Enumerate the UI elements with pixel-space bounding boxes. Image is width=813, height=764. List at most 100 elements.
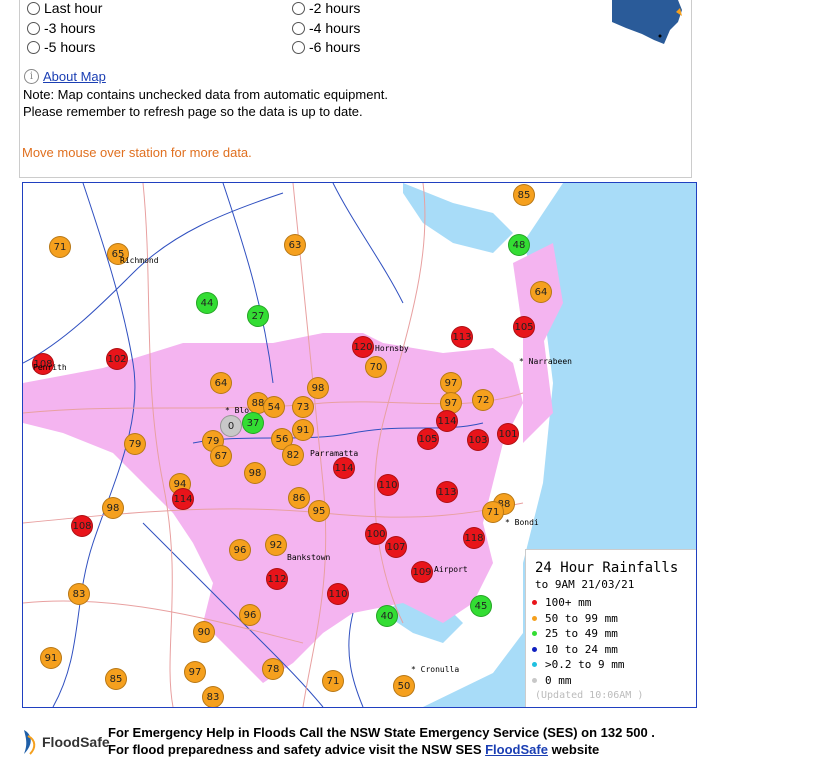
floodsafe-logo-text: FloodSafe bbox=[42, 734, 110, 750]
floodsafe-logo: FloodSafe bbox=[18, 728, 110, 756]
rain-station[interactable]: 113 bbox=[451, 326, 473, 348]
rain-station[interactable]: 83 bbox=[202, 686, 224, 707]
legend-item-label: 25 to 49 mm bbox=[545, 627, 618, 640]
rain-station[interactable]: 82 bbox=[282, 444, 304, 466]
rain-station[interactable]: 79 bbox=[124, 433, 146, 455]
rain-station[interactable]: 50 bbox=[393, 675, 415, 697]
rain-station[interactable]: 37 bbox=[242, 412, 264, 434]
place-label: * Blo bbox=[225, 406, 250, 415]
rain-station[interactable]: 85 bbox=[105, 668, 127, 690]
about-map-link[interactable]: About Map bbox=[43, 69, 106, 84]
rain-station[interactable]: 110 bbox=[377, 474, 399, 496]
time-option[interactable]: -3 hours bbox=[27, 20, 95, 36]
time-option[interactable]: -4 hours bbox=[292, 20, 360, 36]
rain-station[interactable]: 107 bbox=[385, 536, 407, 558]
rain-station[interactable]: 105 bbox=[513, 316, 535, 338]
rain-station[interactable]: 105 bbox=[417, 428, 439, 450]
rain-station[interactable]: 40 bbox=[376, 605, 398, 627]
legend-dot-icon bbox=[532, 677, 537, 683]
rain-station[interactable]: 63 bbox=[284, 234, 306, 256]
rain-station[interactable]: 78 bbox=[262, 658, 284, 680]
floodsafe-link[interactable]: FloodSafe bbox=[485, 742, 548, 757]
footer: FloodSafe For Emergency Help in Floods C… bbox=[18, 722, 808, 762]
rain-station[interactable]: 85 bbox=[513, 184, 535, 206]
rain-station[interactable]: 97 bbox=[184, 661, 206, 683]
rain-station[interactable]: 103 bbox=[467, 429, 489, 451]
rain-station[interactable]: 96 bbox=[229, 539, 251, 561]
place-label: Airport bbox=[434, 565, 468, 574]
place-label: Penrith bbox=[33, 363, 67, 372]
nsw-minimap[interactable] bbox=[612, 0, 684, 46]
rain-station[interactable]: 27 bbox=[247, 305, 269, 327]
rain-station[interactable]: 64 bbox=[210, 372, 232, 394]
rainfall-map[interactable]: 85 71 65 63 48 64 44 27 108 113 120 105 102 70 64 98 97 8… bbox=[22, 182, 697, 708]
radio-button[interactable] bbox=[27, 40, 40, 54]
rain-station[interactable]: 44 bbox=[196, 292, 218, 314]
radio-button[interactable] bbox=[292, 21, 305, 35]
rain-station[interactable]: 86 bbox=[288, 487, 310, 509]
rain-station[interactable]: 48 bbox=[508, 234, 530, 256]
place-label: Parramatta bbox=[310, 449, 359, 458]
rain-station[interactable]: 101 bbox=[497, 423, 519, 445]
rain-station[interactable]: 83 bbox=[68, 583, 90, 605]
rain-station[interactable]: 98 bbox=[244, 462, 266, 484]
rain-station[interactable]: 95 bbox=[308, 500, 330, 522]
rain-station[interactable]: 114 bbox=[436, 410, 458, 432]
time-option-label: -6 hours bbox=[309, 39, 361, 55]
legend-subtitle: to 9AM 21/03/21 bbox=[535, 578, 635, 591]
rain-station[interactable]: 0 bbox=[220, 415, 242, 437]
rain-station[interactable]: 64 bbox=[530, 281, 552, 303]
rain-station[interactable]: 110 bbox=[327, 583, 349, 605]
rain-station[interactable]: 120 bbox=[352, 336, 374, 358]
rain-station[interactable]: 73 bbox=[292, 396, 314, 418]
legend-item: >0.2 to 9 mm bbox=[532, 658, 624, 671]
radio-button[interactable] bbox=[27, 21, 40, 35]
rain-station[interactable]: 71 bbox=[322, 670, 344, 692]
rain-station[interactable]: 70 bbox=[365, 356, 387, 378]
rain-station[interactable]: 98 bbox=[307, 377, 329, 399]
rain-station[interactable]: 91 bbox=[292, 419, 314, 441]
legend-item: 10 to 24 mm bbox=[532, 643, 618, 656]
time-option-label: -4 hours bbox=[309, 20, 361, 36]
radio-button[interactable] bbox=[292, 40, 305, 54]
time-option[interactable]: Last hour bbox=[27, 0, 102, 16]
footer-line-2: For flood preparedness and safety advice… bbox=[108, 742, 599, 757]
legend-item: 25 to 49 mm bbox=[532, 627, 618, 640]
time-option[interactable]: -2 hours bbox=[292, 0, 360, 16]
about-map[interactable]: i About Map bbox=[24, 69, 106, 84]
rain-station[interactable]: 72 bbox=[472, 389, 494, 411]
rain-station[interactable]: 108 bbox=[71, 515, 93, 537]
rain-station[interactable]: 45 bbox=[470, 595, 492, 617]
rain-station[interactable]: 114 bbox=[172, 488, 194, 510]
rain-station[interactable]: 118 bbox=[463, 527, 485, 549]
time-option[interactable]: -5 hours bbox=[27, 39, 95, 55]
rain-station[interactable]: 100 bbox=[365, 523, 387, 545]
rain-station[interactable]: 113 bbox=[436, 481, 458, 503]
radio-button[interactable] bbox=[292, 1, 305, 15]
radio-button[interactable] bbox=[27, 1, 40, 15]
note-line-1: Note: Map contains unchecked data from a… bbox=[23, 87, 388, 102]
legend-title: 24 Hour Rainfalls bbox=[535, 560, 679, 576]
time-option-label: -2 hours bbox=[309, 0, 361, 16]
rain-station[interactable]: 91 bbox=[40, 647, 62, 669]
time-option[interactable]: -6 hours bbox=[292, 39, 360, 55]
legend-dot-icon bbox=[532, 662, 537, 667]
rain-station[interactable]: 96 bbox=[239, 604, 261, 626]
rain-station[interactable]: 71 bbox=[482, 501, 504, 523]
rain-station[interactable]: 109 bbox=[411, 561, 433, 583]
place-label: * Narrabeen bbox=[519, 357, 572, 366]
note-line-2: Please remember to refresh page so the d… bbox=[23, 104, 363, 119]
rain-station[interactable]: 54 bbox=[263, 396, 285, 418]
place-label: Richmond bbox=[120, 256, 159, 265]
rain-station[interactable]: 67 bbox=[210, 445, 232, 467]
rain-station[interactable]: 90 bbox=[193, 621, 215, 643]
rain-station[interactable]: 71 bbox=[49, 236, 71, 258]
rain-station[interactable]: 102 bbox=[106, 348, 128, 370]
place-label: Bankstown bbox=[287, 553, 331, 562]
rain-station[interactable]: 97 bbox=[440, 372, 462, 394]
rain-station[interactable]: 92 bbox=[265, 534, 287, 556]
rain-station[interactable]: 112 bbox=[266, 568, 288, 590]
footer-line-2-prefix: For flood preparedness and safety advice… bbox=[108, 742, 486, 757]
rain-station[interactable]: 98 bbox=[102, 497, 124, 519]
rain-station[interactable]: 114 bbox=[333, 457, 355, 479]
